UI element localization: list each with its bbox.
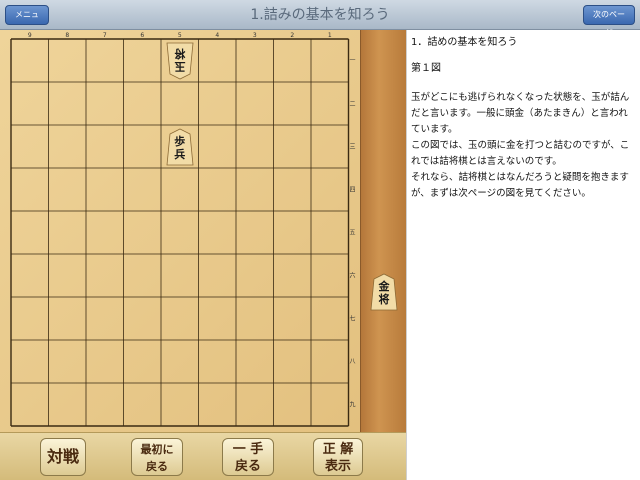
bottom-toolbar: 対戦 最初に 戻る 一 手 戻る 正 解 表示 xyxy=(0,432,406,480)
button-label-line2: 戻る xyxy=(234,459,261,474)
file-label: 8 xyxy=(65,32,69,39)
lesson-heading: 1．詰めの基本を知ろう xyxy=(411,37,518,48)
piece-char-top: 歩 xyxy=(174,134,186,148)
file-label: 4 xyxy=(215,32,219,39)
button-label-line2: 戻る xyxy=(146,460,168,473)
file-label: 9 xyxy=(28,32,32,39)
explanation-paragraph: それなら、詰将棋とはなんだろうと疑問を抱きますが、まずは次ページの図を見てくださ… xyxy=(411,172,629,199)
rank-label: 四 xyxy=(349,187,355,194)
back-to-start-button[interactable]: 最初に 戻る xyxy=(131,438,183,476)
piece-char-bottom: 将 xyxy=(378,293,390,306)
file-label: 2 xyxy=(290,32,294,39)
menu-button[interactable]: メニュー xyxy=(5,5,49,37)
rank-label: 九 xyxy=(349,401,355,409)
figure-label: 第１図 xyxy=(411,63,441,74)
shogi-board[interactable]: 9 8 7 6 5 4 3 2 1 一二三四五六七八九 xyxy=(0,30,406,432)
hand-piece-kin[interactable]: 金 将 xyxy=(370,273,398,311)
rank-coordinates: 一二三四五六七八九 xyxy=(349,58,355,409)
piece-gyoku-gote[interactable]: 玉 将 xyxy=(166,42,194,80)
file-label: 6 xyxy=(140,32,144,39)
file-label: 5 xyxy=(178,32,182,39)
file-label: 3 xyxy=(253,32,257,39)
show-answer-button[interactable]: 正 解 表示 xyxy=(313,438,363,476)
file-label: 7 xyxy=(103,32,107,39)
explanation-paragraph: 玉がどこにも逃げられなくなった状態を、玉が詰んだと言います。一般に頭金（あたまき… xyxy=(411,92,630,135)
taisen-button[interactable]: 対戦 xyxy=(40,438,86,476)
rank-label: 六 xyxy=(349,272,355,280)
shogi-board-area: 9 8 7 6 5 4 3 2 1 一二三四五六七八九 玉 将 歩 兵 xyxy=(0,30,406,432)
rank-label: 三 xyxy=(349,144,355,151)
piece-char-bottom: 将 xyxy=(174,46,186,60)
board-grid xyxy=(10,38,350,427)
next-page-button[interactable]: 次のページ xyxy=(583,5,635,37)
file-label: 1 xyxy=(328,32,332,39)
komadai-hand: 金 将 xyxy=(360,30,406,432)
button-label-line2: 表示 xyxy=(324,459,351,474)
piece-fu-sente[interactable]: 歩 兵 xyxy=(166,128,194,166)
navigation-bar: メニュー 1.詰みの基本を知ろう 次のページ xyxy=(0,0,640,37)
button-label-line1: 最初に xyxy=(140,443,174,456)
rank-label: 八 xyxy=(349,359,355,366)
undo-move-button[interactable]: 一 手 戻る xyxy=(222,438,274,476)
rank-label: 五 xyxy=(349,230,355,237)
page-title: 1.詰みの基本を知ろう xyxy=(250,7,390,23)
rank-label: 一 xyxy=(349,58,355,65)
button-label-line1: 一 手 xyxy=(232,442,264,457)
button-label-line1: 正 解 xyxy=(322,442,354,457)
piece-char-top: 金 xyxy=(378,280,390,293)
rank-label: 七 xyxy=(349,315,355,323)
explanation-panel: 1．詰めの基本を知ろう 第１図 玉がどこにも逃げられなくなった状態を、玉が詰んだ… xyxy=(406,30,640,480)
piece-char-bottom: 兵 xyxy=(174,147,186,161)
explanation-paragraph: この図では、玉の頭に金を打つと詰むのですが、これでは詰将棋とは言えないのです。 xyxy=(411,140,630,167)
file-coordinates: 9 8 7 6 5 4 3 2 1 xyxy=(28,32,332,39)
piece-char-top: 玉 xyxy=(174,59,186,73)
rank-label: 二 xyxy=(349,101,355,108)
